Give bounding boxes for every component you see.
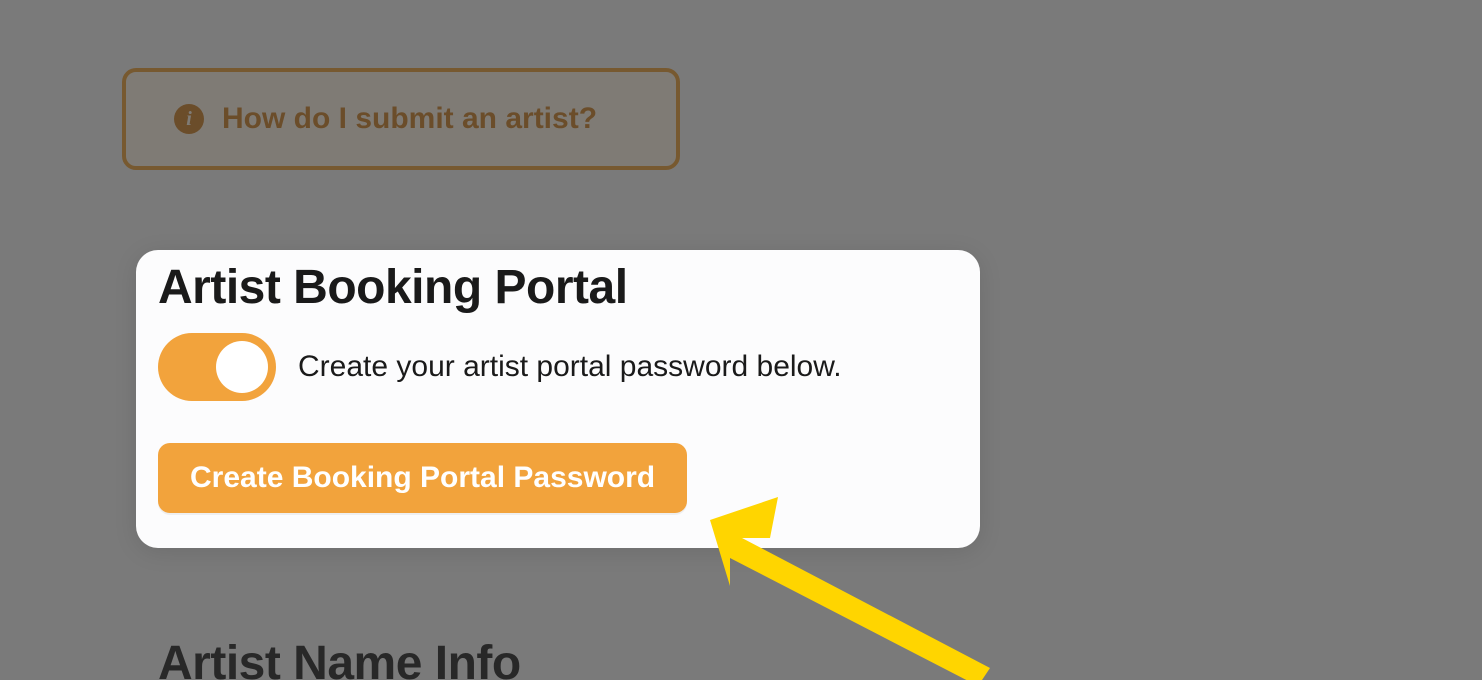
create-password-button[interactable]: Create Booking Portal Password [158, 443, 687, 513]
info-icon: i [174, 104, 204, 134]
section-title: Artist Name Info [158, 636, 521, 680]
portal-toggle[interactable] [158, 333, 276, 401]
toggle-knob [216, 341, 268, 393]
toggle-description: Create your artist portal password below… [298, 350, 842, 384]
toggle-row: Create your artist portal password below… [158, 333, 960, 401]
card-title: Artist Booking Portal [158, 260, 960, 315]
info-banner-text: How do I submit an artist? [222, 102, 597, 136]
info-banner[interactable]: i How do I submit an artist? [122, 68, 680, 170]
artist-booking-portal-card: Artist Booking Portal Create your artist… [136, 250, 980, 548]
